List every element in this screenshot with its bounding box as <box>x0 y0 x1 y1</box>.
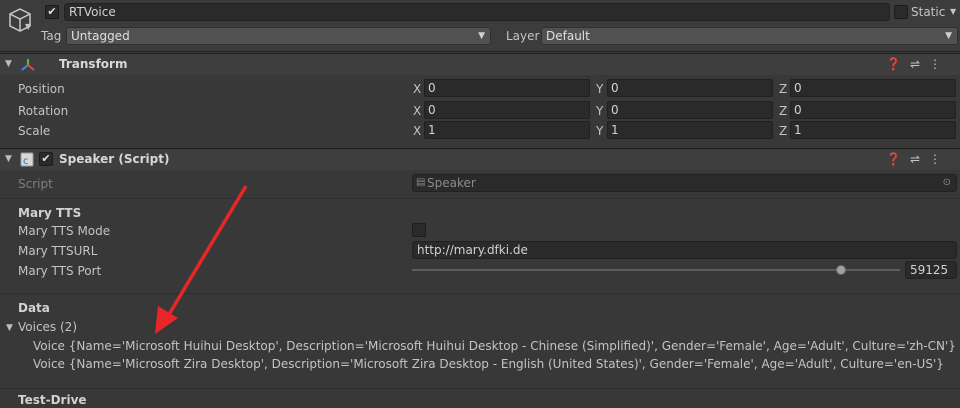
presets-icon[interactable]: ⇌ <box>910 152 929 166</box>
transform-header[interactable]: ▼ Transform ❓⇌⋮ <box>0 53 960 75</box>
position-z-field[interactable]: 0 <box>790 79 956 97</box>
transform-title: Transform <box>59 57 128 71</box>
voice-item: Voice {Name='Microsoft Huihui Desktop', … <box>33 339 956 353</box>
icon-dropdown-icon[interactable]: ▼ <box>25 22 31 31</box>
object-header: ▼ ✔ RTVoice Static ▼ Tag Untagged ▼ Laye… <box>0 0 960 52</box>
tag-dropdown[interactable]: Untagged ▼ <box>66 27 491 45</box>
voices-foldout-icon[interactable]: ▼ <box>6 323 13 333</box>
axis-z-label: Z <box>779 124 788 138</box>
axis-x-label: X <box>413 82 422 96</box>
mary-url-field[interactable]: http://mary.dfki.de <box>412 241 957 259</box>
foldout-arrow-icon[interactable]: ▼ <box>5 59 12 69</box>
axis-y-label: Y <box>596 124 604 138</box>
rotation-z-field[interactable]: 0 <box>790 101 956 119</box>
divider <box>0 388 960 389</box>
mary-mode-checkbox[interactable] <box>412 223 426 237</box>
more-icon[interactable]: ⋮ <box>929 57 950 71</box>
script-file-icon: ▤ <box>416 177 426 188</box>
port-field[interactable]: 59125 <box>905 261 957 279</box>
axis-z-label: Z <box>779 82 788 96</box>
static-label: Static <box>911 5 946 19</box>
speaker-title: Speaker (Script) <box>59 152 170 166</box>
foldout-arrow-icon[interactable]: ▼ <box>5 154 12 164</box>
object-picker-icon[interactable]: ⊙ <box>943 175 951 191</box>
port-slider-track[interactable] <box>412 269 900 271</box>
port-slider-thumb[interactable] <box>836 265 847 275</box>
rotation-x-field[interactable]: 0 <box>424 101 590 119</box>
active-checkbox[interactable]: ✔ <box>45 5 59 19</box>
layer-dropdown[interactable]: Default ▼ <box>541 27 958 45</box>
tag-value: Untagged <box>71 29 130 43</box>
presets-icon[interactable]: ⇌ <box>910 57 929 71</box>
component-header-icons: ❓⇌⋮ <box>886 152 950 166</box>
speaker-header[interactable]: ▼ c ✔ Speaker (Script) ❓⇌⋮ <box>0 148 960 170</box>
test-drive-heading: Test-Drive <box>18 393 87 407</box>
position-label: Position <box>18 82 65 96</box>
arrow-shaft <box>166 185 248 317</box>
scale-y-field[interactable]: 1 <box>607 121 773 139</box>
scale-z-field[interactable]: 1 <box>790 121 956 139</box>
divider <box>0 293 960 294</box>
voices-label[interactable]: Voices (2) <box>18 320 77 334</box>
svg-text:c: c <box>23 156 29 167</box>
rotation-label: Rotation <box>18 104 69 118</box>
position-y-field[interactable]: 0 <box>607 79 773 97</box>
component-header-icons: ❓⇌⋮ <box>886 57 950 71</box>
layer-value: Default <box>546 29 590 43</box>
arrow-head <box>155 306 178 334</box>
static-dropdown-icon[interactable]: ▼ <box>950 7 956 16</box>
layer-label: Layer <box>506 29 540 43</box>
mary-url-label: Mary TTSURL <box>18 244 98 258</box>
script-value: Speaker <box>427 176 476 190</box>
transform-icon <box>21 59 35 71</box>
help-icon[interactable]: ❓ <box>886 57 910 71</box>
chevron-down-icon: ▼ <box>945 31 952 41</box>
voice-item: Voice {Name='Microsoft Zira Desktop', De… <box>33 357 944 371</box>
scale-x-field[interactable]: 1 <box>424 121 590 139</box>
position-x-field[interactable]: 0 <box>424 79 590 97</box>
name-field[interactable]: RTVoice <box>64 3 890 21</box>
axis-x-label: X <box>413 104 422 118</box>
mary-port-label: Mary TTS Port <box>18 264 102 278</box>
script-label: Script <box>18 177 53 191</box>
component-enabled-checkbox[interactable]: ✔ <box>39 152 53 166</box>
rotation-y-field[interactable]: 0 <box>607 101 773 119</box>
script-icon: c <box>20 152 34 167</box>
axis-y-label: Y <box>596 82 604 96</box>
axis-y-label: Y <box>596 104 604 118</box>
more-icon[interactable]: ⋮ <box>929 152 950 166</box>
mary-tts-heading: Mary TTS <box>18 206 82 220</box>
help-icon[interactable]: ❓ <box>886 152 910 166</box>
axis-x-label: X <box>413 124 422 138</box>
script-field[interactable]: ▤ Speaker ⊙ <box>412 174 957 192</box>
static-checkbox[interactable] <box>894 5 908 19</box>
mary-mode-label: Mary TTS Mode <box>18 224 111 238</box>
divider <box>0 198 960 199</box>
chevron-down-icon: ▼ <box>478 31 485 41</box>
scale-label: Scale <box>18 124 51 138</box>
data-heading: Data <box>18 301 50 315</box>
axis-z-label: Z <box>779 104 788 118</box>
tag-label: Tag <box>41 29 62 43</box>
